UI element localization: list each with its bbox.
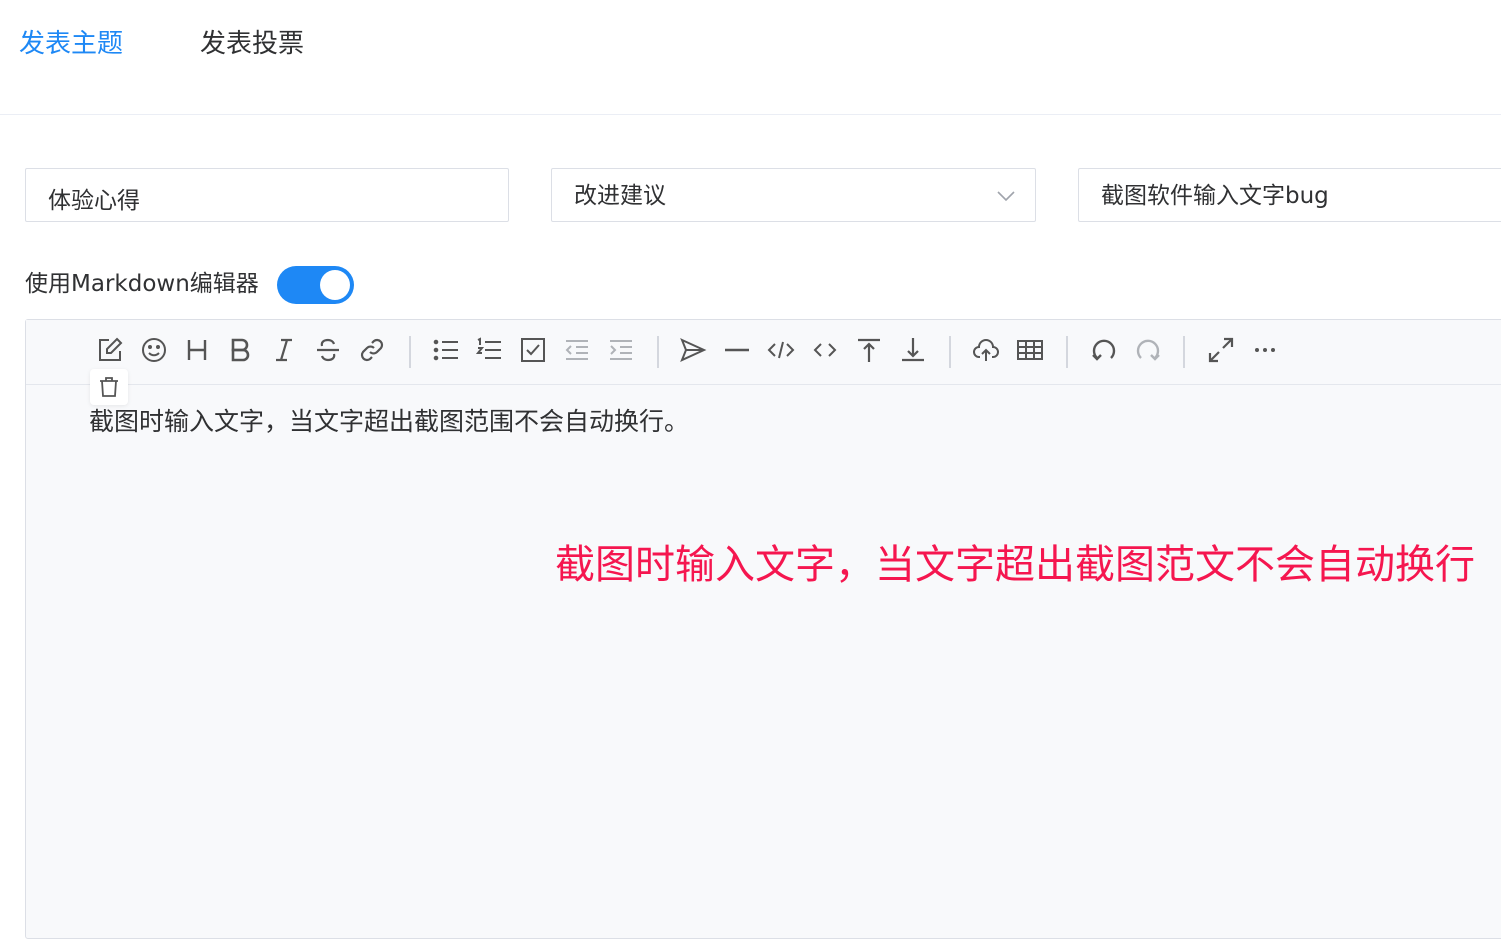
redo-icon[interactable] <box>1132 334 1164 366</box>
edit-icon[interactable] <box>94 334 126 366</box>
tab-post-topic[interactable]: 发表主题 <box>19 26 123 62</box>
markdown-toggle[interactable] <box>277 266 354 304</box>
toolbar-divider <box>1066 336 1068 368</box>
tab-post-vote[interactable]: 发表投票 <box>200 26 304 62</box>
upload-icon[interactable] <box>970 334 1002 366</box>
undo-icon[interactable] <box>1088 334 1120 366</box>
toolbar-divider <box>409 336 411 368</box>
fullscreen-icon[interactable] <box>1205 334 1237 366</box>
type-select[interactable]: 改进建议 <box>551 168 1036 222</box>
markdown-editor: 截图时输入文字，当文字超出截图范围不会自动换行。 截图时输入文字，当文字超出截图… <box>25 319 1501 939</box>
heading-icon[interactable] <box>181 334 213 366</box>
title-input-value: 截图软件输入文字bug <box>1101 183 1329 209</box>
type-select-value: 改进建议 <box>574 183 666 209</box>
outdent-icon[interactable] <box>561 334 593 366</box>
trash-icon[interactable] <box>90 369 128 405</box>
quote-icon[interactable] <box>677 334 709 366</box>
toggle-knob <box>320 270 350 300</box>
screenshot-annotation-text: 截图时输入文字，当文字超出截图范文不会自动换行 <box>555 542 1475 588</box>
checklist-icon[interactable] <box>517 334 549 366</box>
unordered-list-icon[interactable] <box>430 334 462 366</box>
table-icon[interactable] <box>1014 334 1046 366</box>
horizontal-rule-icon[interactable] <box>721 334 753 366</box>
code-block-icon[interactable] <box>765 334 797 366</box>
more-icon[interactable] <box>1249 334 1281 366</box>
link-icon[interactable] <box>356 334 388 366</box>
italic-icon[interactable] <box>268 334 300 366</box>
indent-icon[interactable] <box>605 334 637 366</box>
strikethrough-icon[interactable] <box>312 334 344 366</box>
editor-content[interactable]: 截图时输入文字，当文字超出截图范围不会自动换行。 <box>89 406 689 438</box>
markdown-toggle-label: 使用Markdown编辑器 <box>25 271 259 297</box>
category-field[interactable]: 体验心得 <box>25 168 509 222</box>
toolbar-divider <box>949 336 951 368</box>
insert-after-icon[interactable] <box>897 334 929 366</box>
chevron-down-icon <box>997 191 1015 202</box>
toolbar-divider <box>657 336 659 368</box>
ordered-list-icon[interactable] <box>473 334 505 366</box>
bold-icon[interactable] <box>224 334 256 366</box>
category-value: 体验心得 <box>48 188 140 214</box>
editor-toolbar <box>26 320 1501 385</box>
toolbar-divider <box>1183 336 1185 368</box>
tab-bar: 发表主题 发表投票 <box>0 0 1501 115</box>
emoji-icon[interactable] <box>138 334 170 366</box>
insert-before-icon[interactable] <box>853 334 885 366</box>
title-input[interactable]: 截图软件输入文字bug <box>1078 168 1501 222</box>
inline-code-icon[interactable] <box>809 334 841 366</box>
